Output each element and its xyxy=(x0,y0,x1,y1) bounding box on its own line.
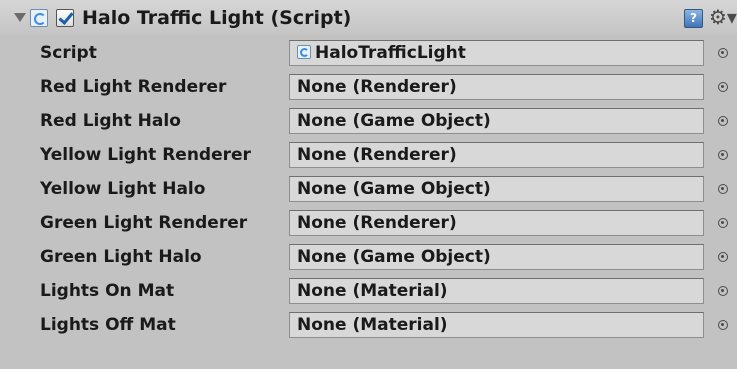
property-row-green-light-halo: Green Light Halo None (Game Object) xyxy=(0,240,737,274)
field-value: None (Game Object) xyxy=(297,247,491,267)
field-value: None (Material) xyxy=(297,281,448,301)
property-label: Lights Off Mat xyxy=(40,315,176,335)
property-row-lights-on-mat: Lights On Mat None (Material) xyxy=(0,274,737,308)
property-label: Script xyxy=(40,43,97,63)
component-title[interactable]: Halo Traffic Light (Script) xyxy=(82,6,351,30)
object-picker-icon[interactable] xyxy=(718,286,728,296)
object-field-green-light-renderer[interactable]: None (Renderer) xyxy=(289,210,704,236)
property-label: Green Light Renderer xyxy=(40,213,248,233)
object-picker-icon[interactable] xyxy=(718,150,728,160)
object-picker-icon[interactable] xyxy=(718,184,728,194)
property-label: Yellow Light Renderer xyxy=(40,145,251,165)
property-row-script: Script HaloTrafficLight xyxy=(0,36,737,70)
object-picker-icon[interactable] xyxy=(718,320,728,330)
gear-icon[interactable]: ⚙▾ xyxy=(709,5,737,29)
field-value: None (Renderer) xyxy=(297,213,457,233)
object-picker-icon[interactable] xyxy=(718,218,728,228)
property-label: Yellow Light Halo xyxy=(40,179,206,199)
object-picker-icon[interactable] xyxy=(718,252,728,262)
property-label: Lights On Mat xyxy=(40,281,175,301)
property-label: Green Light Halo xyxy=(40,247,202,267)
field-value: HaloTrafficLight xyxy=(315,43,466,63)
object-picker-icon[interactable] xyxy=(718,82,728,92)
property-label: Red Light Halo xyxy=(40,111,181,131)
help-book-icon[interactable]: ? xyxy=(684,9,703,28)
object-field-yellow-light-halo[interactable]: None (Game Object) xyxy=(289,176,704,202)
component-enabled-checkbox[interactable] xyxy=(56,9,74,27)
object-picker-icon[interactable] xyxy=(718,48,728,58)
object-picker-icon[interactable] xyxy=(718,116,728,126)
property-row-green-light-renderer: Green Light Renderer None (Renderer) xyxy=(0,206,737,240)
property-row-yellow-light-halo: Yellow Light Halo None (Game Object) xyxy=(0,172,737,206)
property-label: Red Light Renderer xyxy=(40,77,227,97)
property-row-lights-off-mat: Lights Off Mat None (Material) xyxy=(0,308,737,342)
field-value: None (Renderer) xyxy=(297,145,457,165)
object-field-script[interactable]: HaloTrafficLight xyxy=(289,40,704,66)
property-row-red-light-halo: Red Light Halo None (Game Object) xyxy=(0,104,737,138)
field-value: None (Game Object) xyxy=(297,111,491,131)
object-field-lights-off-mat[interactable]: None (Material) xyxy=(289,312,704,338)
script-icon xyxy=(297,45,311,59)
object-field-yellow-light-renderer[interactable]: None (Renderer) xyxy=(289,142,704,168)
foldout-triangle-icon[interactable] xyxy=(14,13,26,22)
object-field-green-light-halo[interactable]: None (Game Object) xyxy=(289,244,704,270)
field-value: None (Renderer) xyxy=(297,77,457,97)
component-header: Halo Traffic Light (Script) ? ⚙▾ xyxy=(0,0,737,36)
field-value: None (Material) xyxy=(297,315,448,335)
object-field-red-light-renderer[interactable]: None (Renderer) xyxy=(289,74,704,100)
property-row-red-light-renderer: Red Light Renderer None (Renderer) xyxy=(0,70,737,104)
property-row-yellow-light-renderer: Yellow Light Renderer None (Renderer) xyxy=(0,138,737,172)
object-field-red-light-halo[interactable]: None (Game Object) xyxy=(289,108,704,134)
script-icon xyxy=(30,9,48,27)
field-value: None (Game Object) xyxy=(297,179,491,199)
object-field-lights-on-mat[interactable]: None (Material) xyxy=(289,278,704,304)
